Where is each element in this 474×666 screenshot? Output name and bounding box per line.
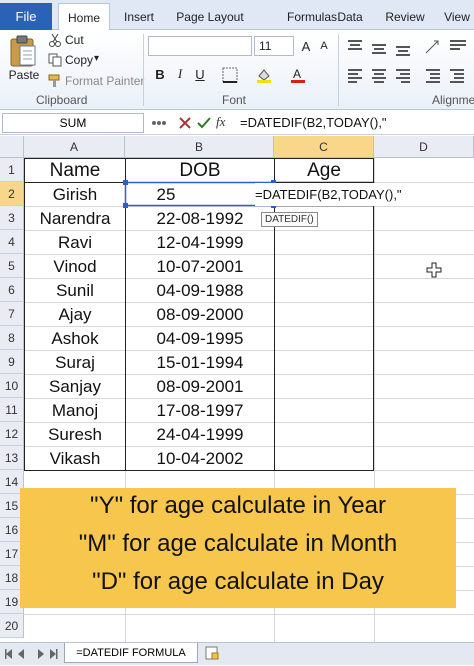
alignment-group-label: Alignme — [432, 93, 474, 107]
font-name-box[interactable] — [148, 36, 252, 56]
font-size-box[interactable]: 11 — [254, 36, 294, 56]
dob-cell[interactable]: 10-07-2001 — [126, 255, 274, 278]
cut-icon[interactable] — [48, 33, 62, 47]
format-painter-icon[interactable] — [48, 74, 62, 88]
dob-cell[interactable]: 24-04-1999 — [126, 423, 274, 446]
borders-icon[interactable] — [222, 67, 238, 83]
header-name[interactable]: Name — [25, 159, 125, 182]
tab-file[interactable]: File — [0, 3, 52, 30]
name-cell[interactable]: Girish — [25, 183, 125, 206]
cursor-cross-icon — [426, 262, 442, 278]
banner-line-month: "M" for age calculate in Month — [78, 530, 398, 557]
name-cell[interactable]: Sanjay — [25, 375, 125, 398]
ribbon-tab-bar: File Home Insert Page Layout Formulas Da… — [0, 0, 474, 31]
formula-bar: SUM fx =DATEDIF(B2,TODAY()," — [0, 111, 474, 135]
fill-color-icon[interactable] — [256, 67, 272, 83]
underline-button[interactable]: U — [192, 64, 208, 84]
clipboard-group-label: Clipboard — [36, 93, 88, 107]
ribbon-separator — [143, 34, 144, 106]
paste-icon[interactable] — [8, 34, 38, 68]
format-painter-button[interactable]: Format Painter — [65, 74, 144, 88]
name-cell[interactable]: Suresh — [25, 423, 125, 446]
header-dob[interactable]: DOB — [126, 159, 274, 182]
dob-cell[interactable]: 22-08-1992 — [126, 207, 274, 230]
shrink-font-button[interactable]: A — [316, 36, 332, 56]
grow-font-button[interactable]: A — [298, 36, 314, 56]
sheet-tab-bar: =DATEDIF FORMULA — [0, 642, 474, 665]
dob-cell[interactable]: 12-04-1999 — [126, 231, 274, 254]
sheet-navigation-icons[interactable] — [4, 647, 60, 661]
paste-button[interactable]: Paste — [8, 68, 40, 82]
font-color-icon[interactable]: A — [290, 66, 306, 84]
svg-text:A: A — [293, 67, 301, 81]
name-cell[interactable]: Vikash — [25, 447, 125, 470]
dob-cell[interactable]: 04-09-1988 — [126, 279, 274, 302]
dob-cell[interactable]: 08-09-2001 — [126, 375, 274, 398]
italic-button[interactable]: I — [172, 64, 188, 84]
copy-button[interactable]: Copy — [65, 53, 93, 67]
vertical-align-icons[interactable] — [346, 38, 470, 56]
insert-function-button[interactable]: fx — [216, 114, 225, 130]
dob-cell[interactable]: 10-04-2002 — [126, 447, 274, 470]
tab-page-layout[interactable]: Page Layout — [170, 3, 250, 30]
name-cell[interactable]: Ravi — [25, 231, 125, 254]
insert-sheet-icon[interactable] — [204, 645, 220, 661]
copy-dropdown-icon[interactable]: ▾ — [94, 53, 99, 64]
banner-line-year: "Y" for age calculate in Year — [90, 492, 386, 519]
copy-icon[interactable] — [48, 53, 62, 67]
font-group-label: Font — [222, 93, 247, 107]
sheet-tab-datedif-formula[interactable]: =DATEDIF FORMULA — [64, 643, 198, 663]
cut-button[interactable]: Cut — [65, 33, 84, 47]
tab-insert[interactable]: Insert — [114, 3, 164, 30]
gridline — [24, 614, 474, 615]
tab-home[interactable]: Home — [58, 3, 110, 31]
name-cell[interactable]: Vinod — [25, 255, 125, 278]
dob-cell[interactable]: 08-09-2000 — [126, 303, 274, 326]
header-age[interactable]: Age — [275, 159, 373, 182]
ribbon: Paste Cut Copy ▾ Format Painter Clipboar… — [0, 30, 474, 110]
dob-cell[interactable]: 04-09-1995 — [126, 327, 274, 350]
tab-data[interactable]: Data — [330, 3, 370, 30]
banner-line-day: "D" for age calculate in Day — [92, 568, 384, 595]
name-cell[interactable]: Suraj — [25, 351, 125, 374]
name-cell[interactable]: Manoj — [25, 399, 125, 422]
bold-button[interactable]: B — [152, 64, 168, 84]
dob-cell[interactable]: 15-01-1994 — [126, 351, 274, 374]
function-tooltip[interactable]: DATEDIF() — [261, 212, 318, 227]
formula-input[interactable]: =DATEDIF(B2,TODAY()," — [240, 115, 387, 130]
name-cell[interactable]: Ajay — [25, 303, 125, 326]
tab-view[interactable]: View — [440, 3, 474, 30]
name-box[interactable]: SUM — [2, 113, 144, 133]
row-header[interactable]: 20 — [0, 614, 24, 638]
dob-cell[interactable]: 17-08-1997 — [126, 399, 274, 422]
dob-cell[interactable]: 25 — [126, 183, 206, 206]
ribbon-separator — [338, 34, 339, 106]
tab-review[interactable]: Review — [382, 3, 428, 30]
name-cell[interactable]: Ashok — [25, 327, 125, 350]
name-cell[interactable]: Sunil — [25, 279, 125, 302]
active-cell-editor[interactable]: =DATEDIF(B2,TODAY()," — [255, 183, 405, 206]
instruction-banner: "Y" for age calculate in Year "M" for ag… — [20, 488, 456, 608]
horizontal-align-icons[interactable] — [346, 66, 470, 84]
name-cell[interactable]: Narendra — [25, 207, 125, 230]
